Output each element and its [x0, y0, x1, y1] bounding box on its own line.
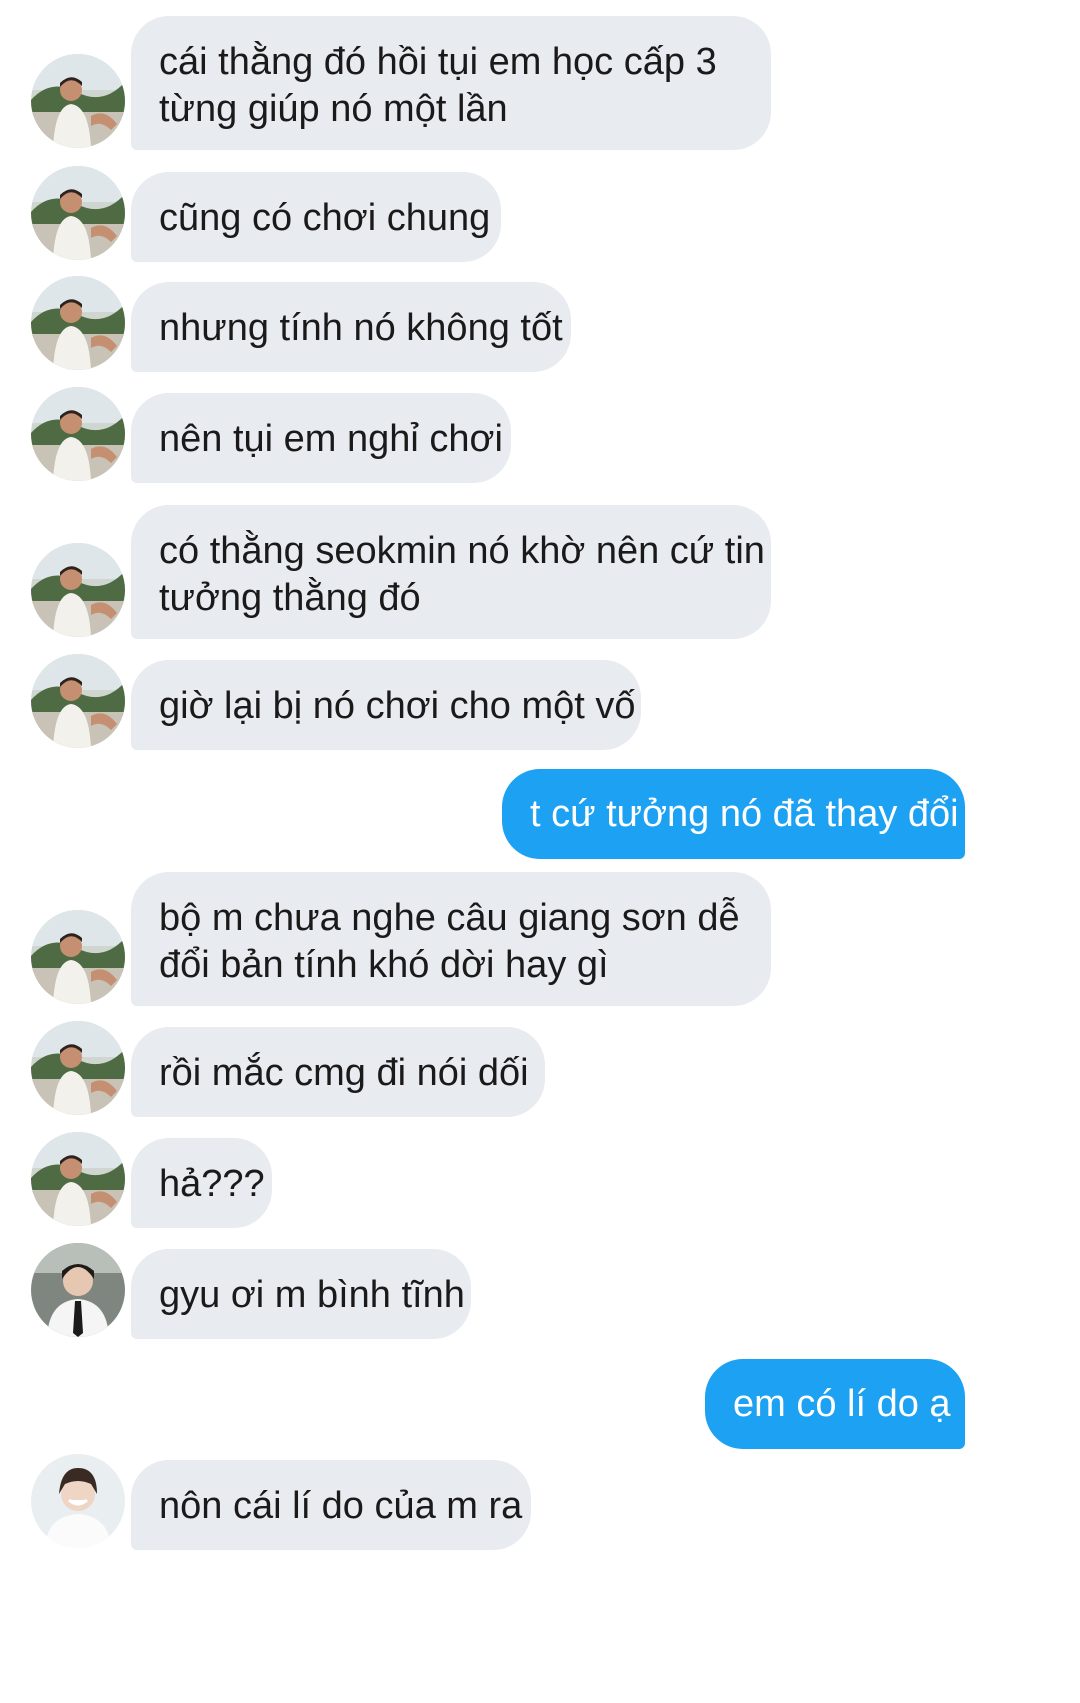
message-bubble[interactable]: t cứ tưởng nó đã thay đổi: [502, 769, 965, 859]
received-message: giờ lại bị nó chơi cho một vố: [0, 654, 1080, 750]
message-text: giờ lại bị nó chơi cho một vố: [159, 685, 636, 727]
message-text: đổi bản tính khó dời hay gì: [159, 944, 609, 986]
message-text: t cứ tưởng nó đã thay đổi: [530, 793, 959, 835]
avatar-a[interactable]: [31, 166, 125, 260]
message-text: rồi mắc cmg đi nói dối: [159, 1052, 529, 1094]
message-bubble[interactable]: cũng có chơi chung: [131, 172, 501, 262]
received-message: cái thằng đó hồi tụi em học cấp 3 từng gi…: [0, 16, 1080, 150]
chat-thread: cái thằng đó hồi tụi em học cấp 3 từng gi…: [0, 0, 1080, 1703]
message-text: bộ m chưa nghe câu giang sơn dễ: [159, 897, 740, 939]
avatar-c[interactable]: [31, 1454, 125, 1548]
message-bubble[interactable]: em có lí do ạ: [705, 1359, 965, 1449]
message-text: gyu ơi m bình tĩnh: [159, 1274, 465, 1316]
avatar-b[interactable]: [31, 1243, 125, 1337]
message-text: có thằng seokmin nó khờ nên cứ tin: [159, 530, 765, 572]
message-text: em có lí do ạ: [733, 1383, 951, 1425]
message-text: nôn cái lí do của m ra: [159, 1485, 523, 1527]
received-message: nhưng tính nó không tốt: [0, 276, 1080, 372]
received-message: rồi mắc cmg đi nói dối: [0, 1021, 1080, 1117]
message-text: từng giúp nó một lần: [159, 88, 508, 130]
received-message: nôn cái lí do của m ra: [0, 1454, 1080, 1550]
avatar-a[interactable]: [31, 1132, 125, 1226]
avatar-a[interactable]: [31, 54, 125, 148]
message-text: cũng có chơi chung: [159, 197, 491, 239]
message-bubble[interactable]: nôn cái lí do của m ra: [131, 1460, 531, 1550]
received-message: bộ m chưa nghe câu giang sơn dễ đổi bản t…: [0, 872, 1080, 1006]
message-bubble[interactable]: nhưng tính nó không tốt: [131, 282, 571, 372]
received-message: có thằng seokmin nó khờ nên cứ tin tưởng …: [0, 505, 1080, 639]
received-message: nên tụi em nghỉ chơi: [0, 387, 1080, 483]
message-bubble[interactable]: gyu ơi m bình tĩnh: [131, 1249, 471, 1339]
message-text: nên tụi em nghỉ chơi: [159, 418, 503, 460]
avatar-a[interactable]: [31, 276, 125, 370]
message-bubble[interactable]: hả???: [131, 1138, 272, 1228]
received-message: gyu ơi m bình tĩnh: [0, 1243, 1080, 1339]
message-bubble[interactable]: bộ m chưa nghe câu giang sơn dễ đổi bản t…: [131, 872, 771, 1006]
avatar-a[interactable]: [31, 543, 125, 637]
sent-message: t cứ tưởng nó đã thay đổi: [0, 769, 1080, 859]
avatar-a[interactable]: [31, 910, 125, 1004]
message-bubble[interactable]: có thằng seokmin nó khờ nên cứ tin tưởng …: [131, 505, 771, 639]
message-text: tưởng thằng đó: [159, 577, 421, 619]
message-text: cái thằng đó hồi tụi em học cấp 3: [159, 41, 717, 83]
received-message: hả???: [0, 1132, 1080, 1228]
avatar-a[interactable]: [31, 1021, 125, 1115]
received-message: cũng có chơi chung: [0, 166, 1080, 262]
message-text: hả???: [159, 1163, 265, 1205]
avatar-a[interactable]: [31, 387, 125, 481]
message-bubble[interactable]: giờ lại bị nó chơi cho một vố: [131, 660, 641, 750]
message-bubble[interactable]: cái thằng đó hồi tụi em học cấp 3 từng gi…: [131, 16, 771, 150]
message-text: nhưng tính nó không tốt: [159, 307, 563, 349]
message-bubble[interactable]: nên tụi em nghỉ chơi: [131, 393, 511, 483]
message-bubble[interactable]: rồi mắc cmg đi nói dối: [131, 1027, 545, 1117]
avatar-a[interactable]: [31, 654, 125, 748]
sent-message: em có lí do ạ: [0, 1359, 1080, 1449]
